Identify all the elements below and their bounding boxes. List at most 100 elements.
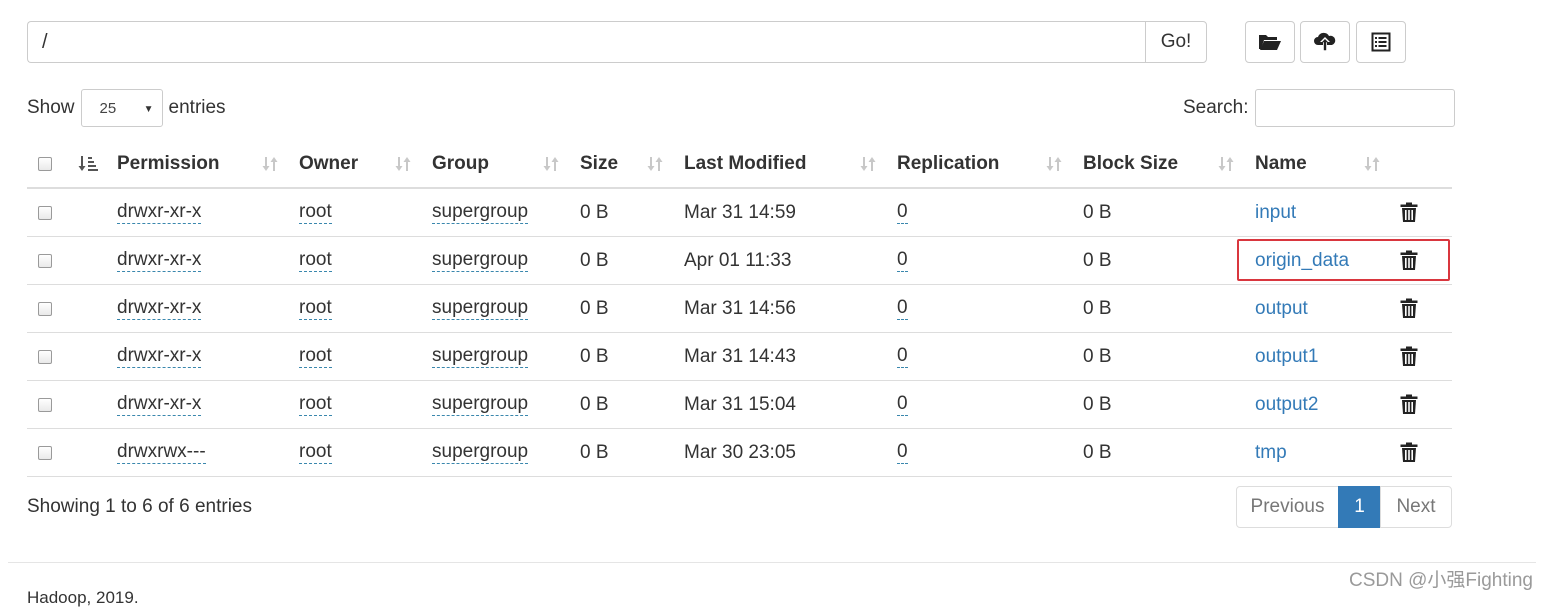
replication-value[interactable]: 0 [897,345,908,368]
footer-divider [8,562,1536,563]
owner-value[interactable]: root [299,345,332,368]
column-header-block-size[interactable]: Block Size [1083,140,1178,187]
pagination: Previous 1 Next [1236,486,1452,528]
watermark-text: CSDN @小强Fighting [1349,570,1533,591]
sort-both-icon[interactable] [261,140,279,187]
row-checkbox[interactable] [38,445,52,460]
row-checkbox[interactable] [38,205,52,220]
replication-value[interactable]: 0 [897,393,908,416]
group-value[interactable]: supergroup [432,201,529,224]
column-header-replication[interactable]: Replication [897,140,999,187]
delete-button[interactable] [1400,333,1418,380]
replication-value[interactable]: 0 [897,441,908,464]
page-1-button[interactable]: 1 [1338,486,1381,528]
row-checkbox[interactable] [38,301,52,316]
sort-both-icon[interactable] [646,140,664,187]
owner-value[interactable]: root [299,249,332,272]
table-row[interactable]: drwxr-xr-x root supergroup 0 B Mar 31 14… [27,333,1452,381]
owner-value[interactable]: root [299,297,332,320]
show-label: Show [27,97,75,118]
owner-value[interactable]: root [299,201,332,224]
column-header-name[interactable]: Name [1255,140,1307,187]
permission-value[interactable]: drwxr-xr-x [117,345,202,368]
column-header-permission[interactable]: Permission [117,140,219,187]
sort-both-icon[interactable] [1217,140,1235,187]
permission-value[interactable]: drwxr-xr-x [117,249,202,272]
create-directory-button[interactable] [1245,21,1295,63]
trash-icon [1400,346,1418,366]
trash-icon [1400,202,1418,222]
block-size-value: 0 B [1083,201,1112,223]
permission-value[interactable]: drwxr-xr-x [117,201,202,224]
go-button[interactable]: Go! [1145,21,1207,63]
column-header-group[interactable]: Group [432,140,489,187]
group-value[interactable]: supergroup [432,441,529,464]
file-name-link[interactable]: input [1255,189,1296,236]
table-row[interactable]: drwxr-xr-x root supergroup 0 B Mar 31 14… [27,189,1452,237]
file-name-link[interactable]: output1 [1255,333,1318,380]
group-value[interactable]: supergroup [432,297,529,320]
permission-value[interactable]: drwxrwx--- [117,441,206,464]
cut-paste-button[interactable] [1356,21,1406,63]
replication-value[interactable]: 0 [897,249,908,272]
modified-value: Mar 31 14:56 [684,297,796,319]
trash-icon [1400,298,1418,318]
row-checkbox[interactable] [38,253,52,268]
permission-value[interactable]: drwxr-xr-x [117,393,202,416]
column-header-last-modified[interactable]: Last Modified [684,140,806,187]
path-input[interactable] [27,21,1145,63]
table-row[interactable]: drwxrwx--- root supergroup 0 B Mar 30 23… [27,429,1452,477]
size-value: 0 B [580,441,609,463]
sort-both-icon[interactable] [859,140,877,187]
row-checkbox[interactable] [38,397,52,412]
search-control: Search: [1183,89,1456,127]
file-name-link[interactable]: output2 [1255,381,1318,428]
block-size-value: 0 B [1083,249,1112,271]
select-all-checkbox[interactable] [38,156,52,171]
column-header-owner[interactable]: Owner [299,140,358,187]
sort-both-icon[interactable] [1045,140,1063,187]
entries-label: entries [168,97,226,118]
replication-value[interactable]: 0 [897,201,908,224]
sort-both-icon[interactable] [394,140,412,187]
delete-button[interactable] [1400,429,1418,476]
sort-both-icon[interactable] [1363,140,1381,187]
delete-button[interactable] [1400,381,1418,428]
replication-value[interactable]: 0 [897,297,908,320]
sort-both-icon[interactable] [542,140,560,187]
copyright-text: Hadoop, 2019. [27,588,139,607]
group-value[interactable]: supergroup [432,345,529,368]
size-value: 0 B [580,393,609,415]
group-value[interactable]: supergroup [432,393,529,416]
sort-asc-icon[interactable] [78,140,98,187]
owner-value[interactable]: root [299,393,332,416]
upload-button[interactable] [1300,21,1350,63]
table-row[interactable]: drwxr-xr-x root supergroup 0 B Apr 01 11… [27,237,1452,285]
modified-value: Mar 31 15:04 [684,393,796,415]
file-name-link[interactable]: output [1255,285,1308,332]
block-size-value: 0 B [1083,345,1112,367]
table-row[interactable]: drwxr-xr-x root supergroup 0 B Mar 31 15… [27,381,1452,429]
caret-down-icon: ▼ [143,104,154,115]
size-value: 0 B [580,249,609,271]
search-input[interactable] [1255,89,1456,127]
table-info: Showing 1 to 6 of 6 entries [27,496,252,517]
owner-value[interactable]: root [299,441,332,464]
row-checkbox[interactable] [38,349,52,364]
column-header-size[interactable]: Size [580,140,618,187]
delete-button[interactable] [1400,285,1418,332]
next-page-button[interactable]: Next [1380,486,1452,528]
cloud-upload-icon [1314,32,1336,51]
trash-icon [1400,442,1418,462]
previous-page-button[interactable]: Previous [1236,486,1339,528]
modified-value: Mar 31 14:59 [684,201,796,223]
entries-select[interactable]: 25 ▼ [80,89,163,127]
folder-open-icon [1259,35,1281,50]
permission-value[interactable]: drwxr-xr-x [117,297,202,320]
group-value[interactable]: supergroup [432,249,529,272]
table-row[interactable]: drwxr-xr-x root supergroup 0 B Mar 31 14… [27,285,1452,333]
delete-button[interactable] [1400,189,1418,236]
block-size-value: 0 B [1083,297,1112,319]
size-value: 0 B [580,201,609,223]
file-name-link[interactable]: tmp [1255,429,1287,476]
